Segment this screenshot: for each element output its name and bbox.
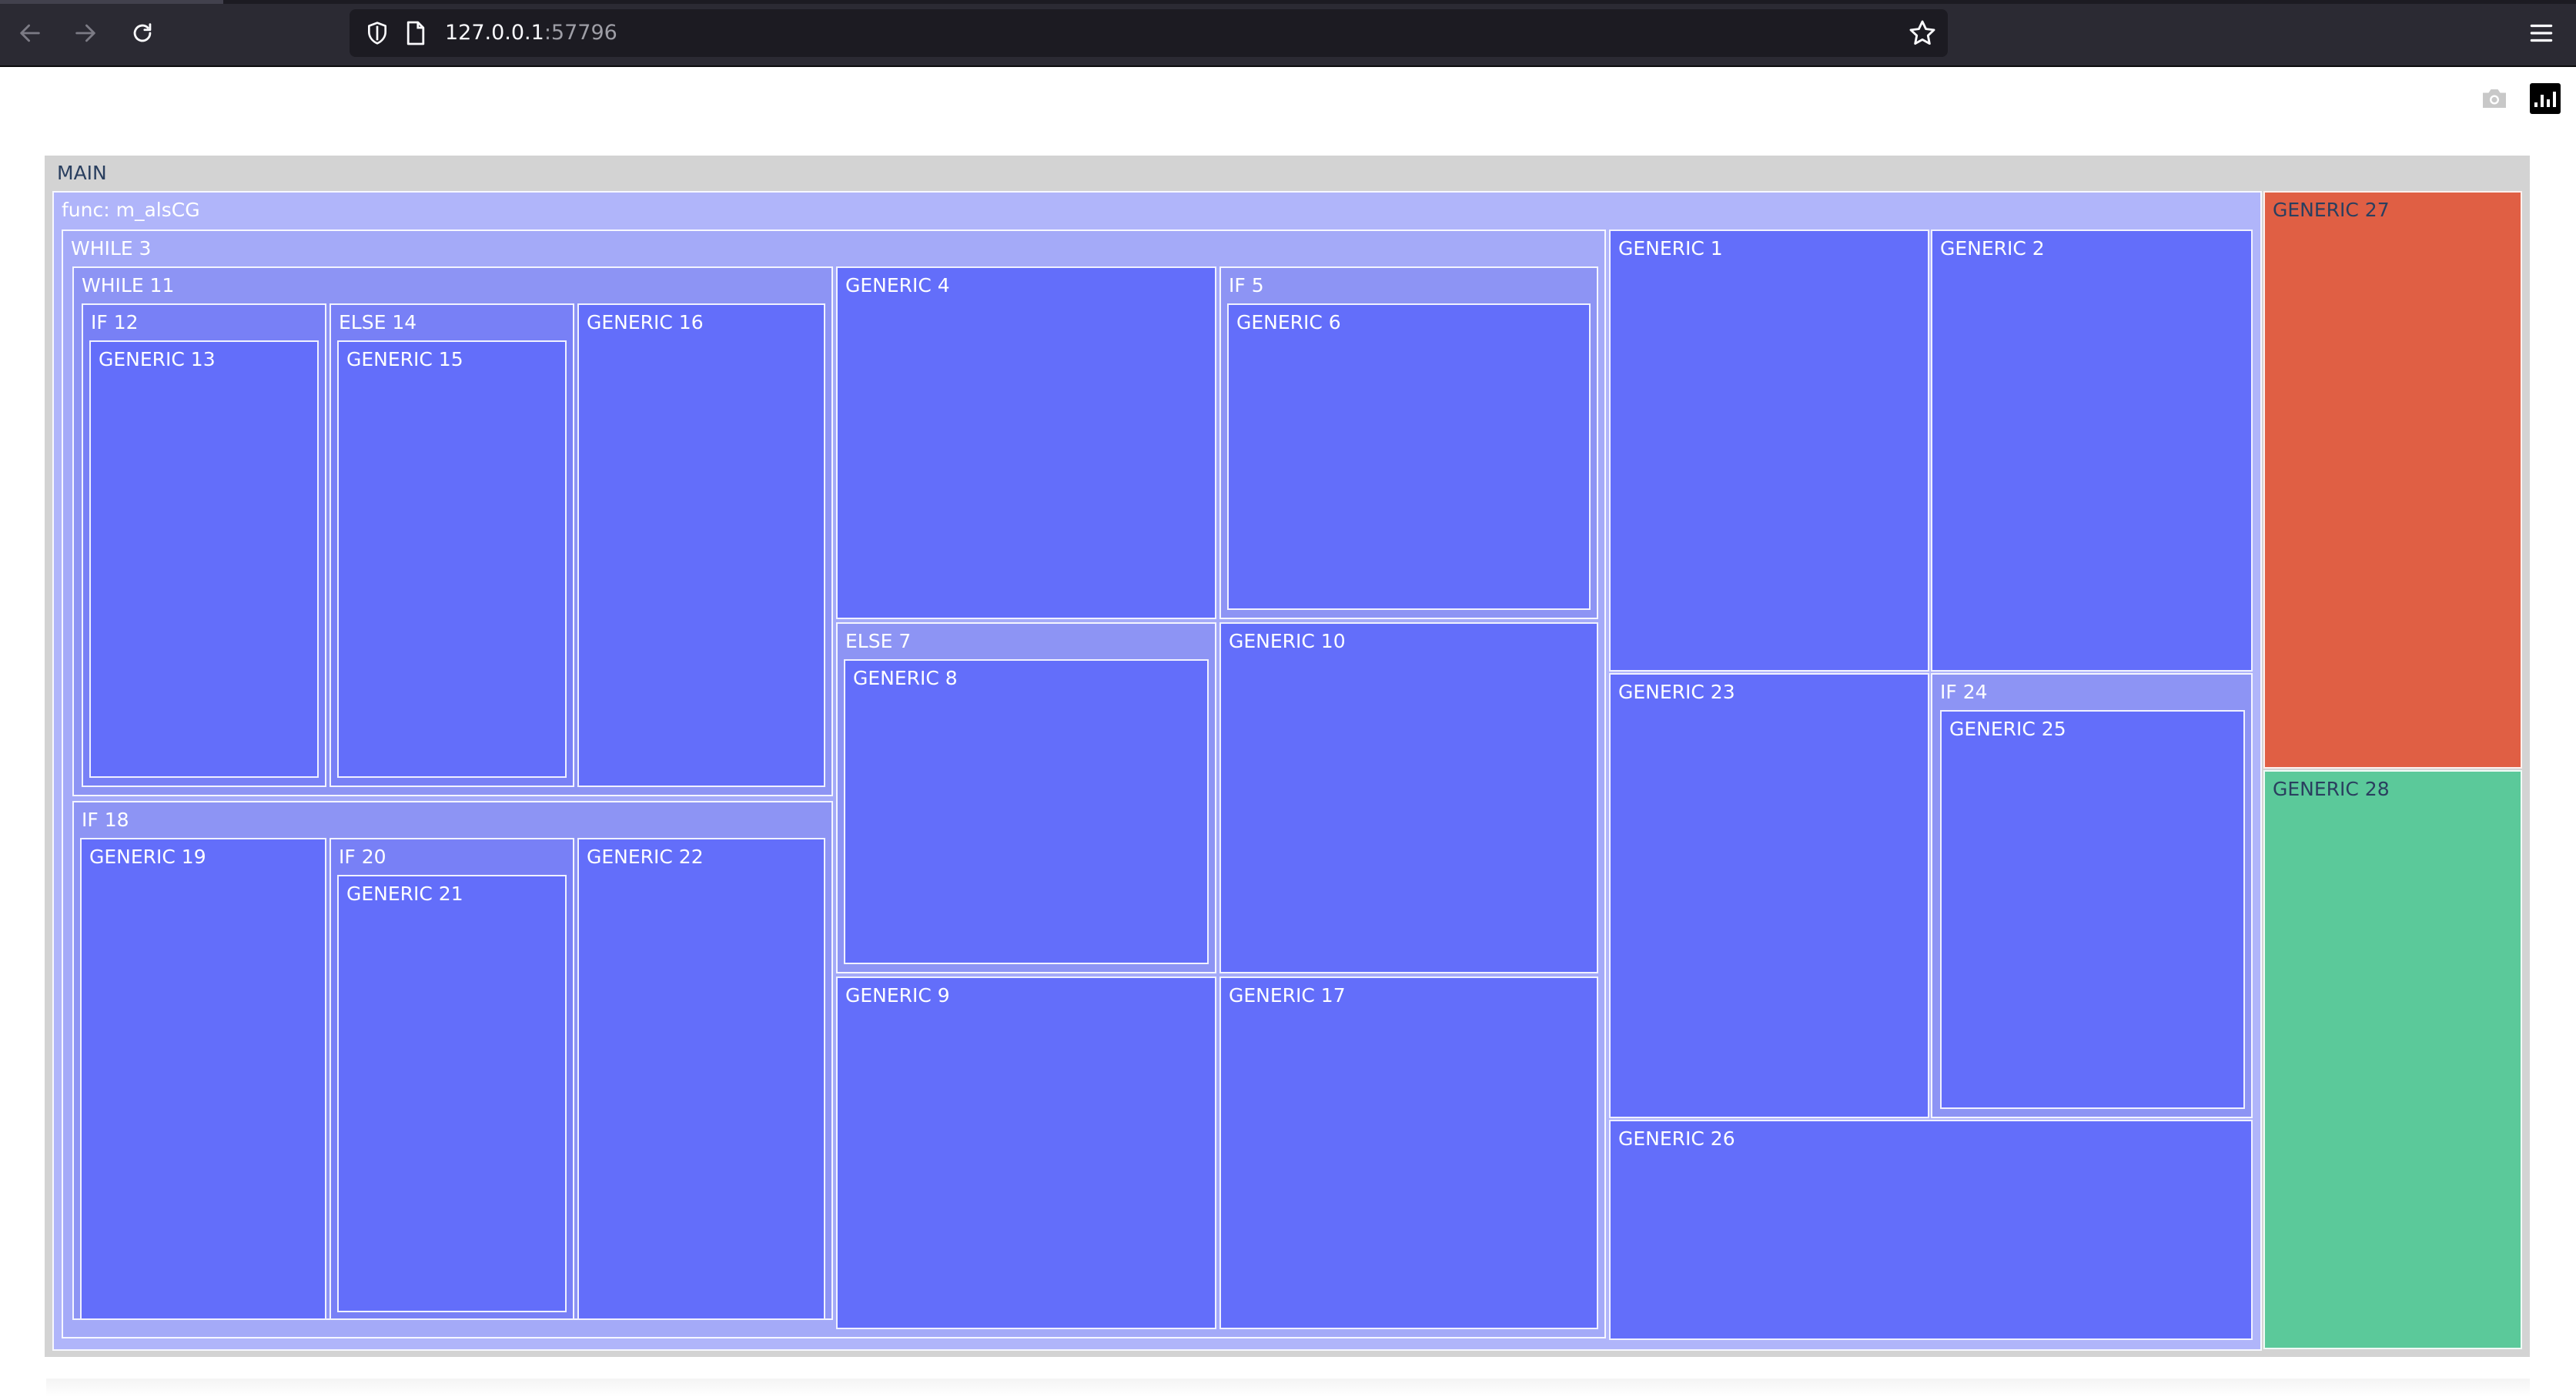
- plotly-logo-bar: [2553, 92, 2556, 107]
- node-label: GENERIC 21: [346, 883, 463, 905]
- treemap-node-generic-28[interactable]: GENERIC 28: [2263, 770, 2522, 1349]
- node-label: GENERIC 17: [1229, 984, 1346, 1007]
- node-label: GENERIC 9: [845, 984, 950, 1007]
- treemap-node-generic-13[interactable]: GENERIC 13: [89, 340, 319, 778]
- treemap-node-generic-25[interactable]: GENERIC 25: [1940, 710, 2245, 1109]
- active-tab-indicator[interactable]: [0, 0, 223, 4]
- treemap-node-generic-9[interactable]: GENERIC 9: [836, 977, 1216, 1329]
- treemap-node-generic-22[interactable]: GENERIC 22: [577, 838, 825, 1320]
- treemap-node-generic-23[interactable]: GENERIC 23: [1609, 673, 1929, 1118]
- treemap-node-generic-10[interactable]: GENERIC 10: [1219, 622, 1598, 973]
- tab-strip: [0, 0, 2576, 4]
- node-label: WHILE 3: [71, 237, 152, 260]
- plotly-logo-bar: [2541, 95, 2544, 107]
- url-port: :57796: [544, 21, 617, 45]
- treemap-node-generic-8[interactable]: GENERIC 8: [844, 659, 1209, 964]
- node-label: func: m_alsCG: [62, 199, 200, 221]
- reload-icon: [133, 23, 152, 42]
- plotly-logo-bar: [2547, 99, 2550, 107]
- treemap-node-generic-17[interactable]: GENERIC 17: [1219, 977, 1598, 1329]
- node-label: GENERIC 8: [853, 667, 958, 689]
- page-icon[interactable]: [405, 20, 427, 46]
- back-button[interactable]: [12, 15, 48, 51]
- star-icon[interactable]: [1908, 18, 1937, 48]
- node-label: GENERIC 19: [89, 846, 206, 868]
- forward-arrow-icon: [75, 24, 95, 42]
- node-label: ELSE 14: [339, 311, 417, 333]
- shield-icon[interactable]: [365, 21, 390, 45]
- node-label: IF 5: [1229, 274, 1264, 296]
- treemap-node-generic-26[interactable]: GENERIC 26: [1609, 1120, 2253, 1340]
- treemap-node-generic-6[interactable]: GENERIC 6: [1227, 303, 1591, 610]
- node-label: GENERIC 15: [346, 348, 463, 370]
- url-host: 127.0.0.1: [445, 21, 544, 45]
- treemap-node-generic-2[interactable]: GENERIC 2: [1931, 229, 2253, 672]
- node-label: GENERIC 26: [1618, 1127, 1735, 1150]
- treemap-node-generic-16[interactable]: GENERIC 16: [577, 303, 825, 787]
- node-label: IF 12: [91, 311, 139, 333]
- forward-button[interactable]: [68, 15, 103, 51]
- node-label: WHILE 11: [82, 274, 175, 296]
- browser-toolbar: 127.0.0.1:57796: [0, 0, 2576, 67]
- node-label: GENERIC 4: [845, 274, 950, 296]
- node-label: IF 20: [339, 846, 386, 868]
- treemap-node-generic-19[interactable]: GENERIC 19: [80, 838, 326, 1320]
- treemap-node-generic-21[interactable]: GENERIC 21: [337, 875, 567, 1312]
- treemap-node-generic-1[interactable]: GENERIC 1: [1609, 229, 1929, 672]
- node-label: GENERIC 1: [1618, 237, 1723, 260]
- back-arrow-icon: [20, 24, 40, 42]
- camera-icon: [2483, 89, 2506, 108]
- page-bottom-shadow: [46, 1379, 2530, 1397]
- node-label: GENERIC 28: [2273, 778, 2390, 800]
- node-label: GENERIC 10: [1229, 630, 1346, 652]
- treemap-node-generic-15[interactable]: GENERIC 15: [337, 340, 567, 778]
- download-png-button[interactable]: [2481, 83, 2513, 114]
- url-text[interactable]: 127.0.0.1:57796: [445, 19, 617, 47]
- node-label: GENERIC 27: [2273, 199, 2390, 221]
- node-label: GENERIC 13: [99, 348, 216, 370]
- node-label: ELSE 7: [845, 630, 912, 652]
- treemap-node-generic-4[interactable]: GENERIC 4: [836, 266, 1216, 619]
- node-label: GENERIC 25: [1949, 718, 2066, 740]
- node-label: IF 18: [82, 809, 129, 831]
- hamburger-menu-icon[interactable]: [2527, 18, 2556, 48]
- treemap-node-generic-27[interactable]: GENERIC 27: [2263, 191, 2522, 769]
- node-label: MAIN: [57, 162, 107, 184]
- plotly-logo-button[interactable]: [2530, 83, 2561, 114]
- plotly-logo-icon: [2534, 102, 2538, 107]
- node-label: GENERIC 6: [1236, 311, 1341, 333]
- node-label: GENERIC 16: [587, 311, 704, 333]
- node-label: GENERIC 2: [1940, 237, 2045, 260]
- node-label: GENERIC 22: [587, 846, 704, 868]
- reload-button[interactable]: [125, 15, 160, 51]
- node-label: GENERIC 23: [1618, 681, 1735, 703]
- node-label: IF 24: [1940, 681, 1988, 703]
- address-bar[interactable]: 127.0.0.1:57796: [350, 9, 1948, 57]
